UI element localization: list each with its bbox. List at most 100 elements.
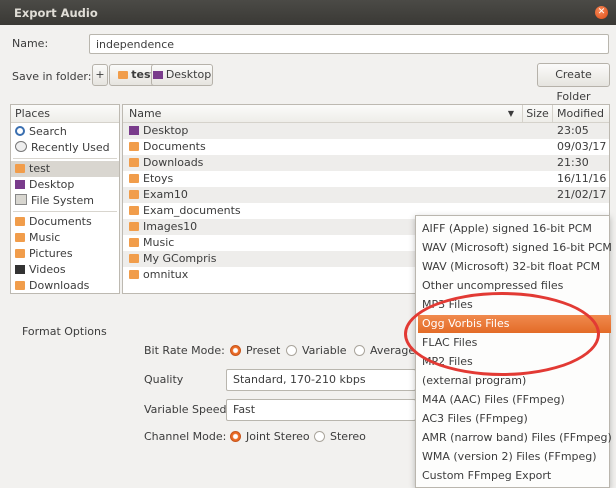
radio-label: Variable	[302, 344, 347, 357]
desktop-icon	[152, 71, 163, 79]
folder-icon	[129, 142, 139, 151]
file-modified: 16/11/16	[557, 172, 607, 185]
menu-item-ogg-vorbis[interactable]: Ogg Vorbis Files	[418, 315, 611, 333]
variable-speed-select[interactable]: Fast	[226, 399, 416, 421]
places-item-music[interactable]: Music	[15, 230, 60, 246]
file-type-menu: AIFF (Apple) signed 16-bit PCM WAV (Micr…	[415, 215, 612, 488]
create-folder-button[interactable]: Create Folder	[537, 63, 610, 103]
menu-item-wav-32[interactable]: WAV (Microsoft) 32-bit float PCM	[418, 258, 611, 276]
places-item-label: Music	[29, 231, 61, 244]
home-folder-icon	[15, 164, 25, 173]
places-item-label: Documents	[29, 215, 92, 228]
channel-joint-stereo-radio[interactable]: Joint Stereo	[230, 430, 310, 443]
menu-item-mp3[interactable]: MP3 Files	[418, 296, 611, 314]
table-row[interactable]: Etoys 16/11/16	[123, 171, 609, 187]
desktop-icon	[129, 126, 139, 135]
filename-input[interactable]: independence	[89, 34, 609, 54]
file-modified: 23:05	[557, 124, 589, 137]
table-row[interactable]: Desktop 23:05	[123, 123, 609, 139]
desktop-icon	[15, 180, 25, 189]
bit-rate-mode-label: Bit Rate Mode:	[144, 344, 225, 357]
places-panel: Places Search Recently Used test Desktop…	[10, 104, 120, 294]
folder-icon	[129, 254, 139, 263]
column-header-name[interactable]: Name ▼	[123, 105, 523, 123]
breadcrumb-desktop[interactable]: Desktop	[151, 64, 213, 86]
close-icon[interactable]: ✕	[595, 6, 608, 19]
column-header-size[interactable]: Size	[523, 105, 553, 123]
file-name: Exam10	[143, 188, 188, 201]
channel-stereo-radio[interactable]: Stereo	[314, 430, 366, 443]
places-item-desktop[interactable]: Desktop	[15, 177, 74, 193]
radio-label: Average	[370, 344, 416, 357]
menu-item-wma[interactable]: WMA (version 2) Files (FFmpeg)	[418, 448, 611, 466]
places-separator	[13, 158, 117, 159]
table-row[interactable]: Exam10 21/02/17	[123, 187, 609, 203]
bit-rate-average-radio[interactable]: Average	[354, 344, 415, 357]
places-item-documents[interactable]: Documents	[15, 214, 92, 230]
folder-icon	[129, 270, 139, 279]
window-title: Export Audio	[14, 6, 98, 20]
file-name: Exam_documents	[143, 204, 241, 217]
column-header-modified[interactable]: Modified	[553, 105, 609, 123]
radio-on-icon	[230, 345, 241, 356]
folder-icon	[129, 206, 139, 215]
menu-item-mp2[interactable]: MP2 Files	[418, 353, 611, 371]
file-name: Images10	[143, 220, 198, 233]
places-item-label: test	[29, 162, 51, 175]
radio-label: Stereo	[330, 430, 366, 443]
channel-mode-label: Channel Mode:	[144, 430, 227, 443]
table-row[interactable]: Downloads 21:30	[123, 155, 609, 171]
drive-icon	[15, 194, 27, 205]
places-item-recent[interactable]: Recently Used	[15, 140, 110, 156]
file-name: omnitux	[143, 268, 189, 281]
file-name: Documents	[143, 140, 206, 153]
places-item-search[interactable]: Search	[15, 124, 67, 140]
menu-item-m4a[interactable]: M4A (AAC) Files (FFmpeg)	[418, 391, 611, 409]
places-item-filesystem[interactable]: File System	[15, 193, 94, 209]
folder-icon	[129, 174, 139, 183]
downloads-folder-icon	[129, 158, 139, 167]
videos-folder-icon	[15, 265, 25, 274]
expand-browser-button[interactable]: +	[92, 64, 108, 86]
file-name: Downloads	[143, 156, 204, 169]
pictures-folder-icon	[15, 249, 25, 258]
menu-item-ac3[interactable]: AC3 Files (FFmpeg)	[418, 410, 611, 428]
places-separator	[13, 211, 117, 212]
radio-label: Preset	[246, 344, 281, 357]
places-item-downloads[interactable]: Downloads	[15, 278, 89, 294]
title-bar: Export Audio ✕	[0, 0, 616, 25]
menu-item-wav-16[interactable]: WAV (Microsoft) signed 16-bit PCM	[418, 239, 612, 257]
places-item-label: Videos	[29, 263, 66, 276]
quality-label: Quality	[144, 373, 184, 386]
menu-item-custom-ffmpeg[interactable]: Custom FFmpeg Export	[418, 467, 611, 485]
places-item-label: Recently Used	[31, 141, 110, 154]
column-label: Name	[129, 107, 162, 120]
radio-off-icon	[286, 345, 297, 356]
file-modified: 21:30	[557, 156, 589, 169]
menu-item-aiff[interactable]: AIFF (Apple) signed 16-bit PCM	[418, 220, 611, 238]
format-options-header: Format Options	[22, 325, 107, 338]
menu-item-amr[interactable]: AMR (narrow band) Files (FFmpeg)	[418, 429, 612, 447]
home-folder-icon	[118, 71, 129, 79]
variable-speed-label: Variable Speed:	[144, 403, 231, 416]
folder-icon	[129, 190, 139, 199]
name-label: Name:	[12, 37, 49, 50]
export-audio-dialog: Export Audio ✕ Name: independence Save i…	[0, 0, 616, 488]
places-item-test[interactable]: test	[11, 161, 119, 177]
bit-rate-preset-radio[interactable]: Preset	[230, 344, 280, 357]
places-item-videos[interactable]: Videos	[15, 262, 66, 278]
music-folder-icon	[129, 238, 139, 247]
music-folder-icon	[15, 233, 25, 242]
downloads-folder-icon	[15, 281, 25, 290]
places-item-label: File System	[31, 194, 94, 207]
menu-item-flac[interactable]: FLAC Files	[418, 334, 611, 352]
menu-item-other-uncompressed[interactable]: Other uncompressed files	[418, 277, 611, 295]
menu-item-external-program[interactable]: (external program)	[418, 372, 611, 390]
radio-off-icon	[314, 431, 325, 442]
table-row[interactable]: Documents 09/03/17	[123, 139, 609, 155]
quality-select[interactable]: Standard, 170-210 kbps	[226, 369, 416, 391]
sort-down-icon: ▼	[507, 109, 514, 118]
file-name: My GCompris	[143, 252, 217, 265]
bit-rate-variable-radio[interactable]: Variable	[286, 344, 347, 357]
places-item-pictures[interactable]: Pictures	[15, 246, 73, 262]
